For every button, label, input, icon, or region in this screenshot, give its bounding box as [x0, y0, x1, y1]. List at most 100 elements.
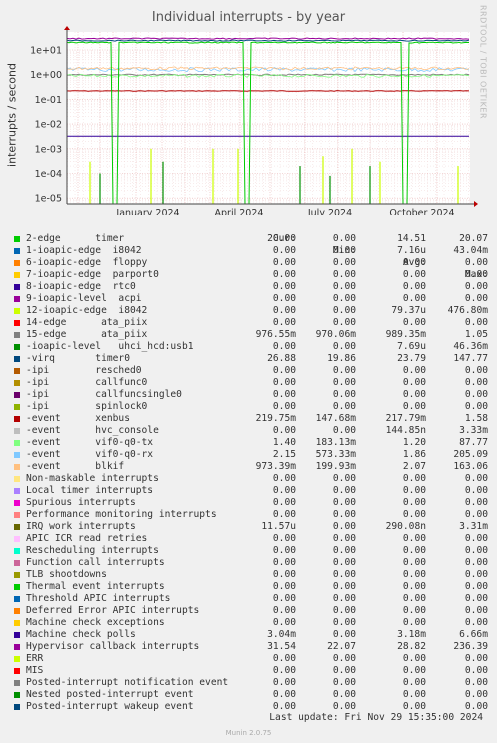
legend-swatch	[14, 344, 20, 350]
y-tick-labels: 1e+01 1e+00 1e-01 1e-02 1e-03 1e-04 1e-05	[30, 46, 62, 205]
legend-label: -ipi callfuncsingle0	[26, 389, 182, 400]
legend-label: Deferred Error APIC interrupts	[26, 605, 200, 616]
legend-row: APIC ICR read retries 0.00 0.00 0.00 0.00	[14, 533, 494, 545]
legend-row: Posted-interrupt notification event 0.00 0…	[14, 677, 494, 689]
legend-label: 12-ioapic-edge i8042	[26, 305, 148, 316]
legend-label: Rescheduling interrupts	[26, 545, 159, 556]
legend-label: TLB shootdowns	[26, 569, 107, 580]
x-tick-label: April 2024	[215, 208, 264, 215]
y-tick-label: 1e-01	[35, 95, 62, 106]
legend-swatch	[14, 512, 20, 518]
legend-max-value: 1.05	[464, 329, 488, 340]
legend-row: Function call interrupts 0.00 0.00 0.00 0.00	[14, 557, 494, 569]
legend-swatch	[14, 416, 20, 422]
y-axis-arrow	[64, 26, 70, 30]
legend-max-value: 0.00	[464, 281, 488, 292]
legend-label: -event xenbus	[26, 413, 130, 424]
legend-label: Threshold APIC interrupts	[26, 593, 171, 604]
legend-row: Rescheduling interrupts 0.00 0.00 0.00 0.00	[14, 545, 494, 557]
legend-swatch	[14, 332, 20, 338]
legend-max-value: 0.00	[464, 593, 488, 604]
legend-row: Machine check polls 3.04m 0.00 3.18m 6.66m	[14, 629, 494, 641]
legend-row: Nested posted-interrupt event 0.00 0.00 0.0…	[14, 689, 494, 701]
legend-label: -event hvc_console	[26, 425, 159, 436]
legend-swatch	[14, 320, 20, 326]
legend-max-value: 0.00	[464, 317, 488, 328]
legend-max-value: 46.36m	[453, 341, 488, 352]
legend-row: -ipi spinlock0 0.00 0.00 0.00 0.00	[14, 401, 494, 413]
legend-max-value: 3.31m	[459, 521, 488, 532]
legend-row: -event vif0-q0-rx 2.15 573.33m 1.86 205.09	[14, 449, 494, 461]
legend-swatch	[14, 536, 20, 542]
legend-swatch	[14, 260, 20, 266]
legend-label: Hypervisor callback interrupts	[26, 641, 200, 652]
y-tick-label: 1e-02	[35, 120, 62, 131]
legend-label: Function call interrupts	[26, 557, 165, 568]
legend-label: ERR	[26, 653, 44, 664]
legend-label: -event blkif	[26, 461, 125, 472]
legend-swatch	[14, 644, 20, 650]
legend-swatch	[14, 404, 20, 410]
legend-label: Nested posted-interrupt event	[26, 689, 194, 700]
legend-swatch	[14, 656, 20, 662]
legend-row: -event blkif 973.39m 199.93m 2.07 163.06	[14, 461, 494, 473]
legend-label: APIC ICR read retries	[26, 533, 148, 544]
legend-row: 9-ioapic-level acpi 0.00 0.00 0.00 0.00	[14, 293, 494, 305]
y-tick-label: 1e-04	[35, 169, 62, 180]
legend-max-value: 3.33m	[459, 425, 488, 436]
legend-max-value: 20.07	[459, 233, 488, 244]
legend-swatch	[14, 476, 20, 482]
legend-max-value: 43.04m	[453, 245, 488, 256]
legend-swatch	[14, 584, 20, 590]
legend-swatch	[14, 560, 20, 566]
legend-swatch	[14, 464, 20, 470]
legend-max-value: 0.00	[464, 269, 488, 280]
legend-row: -ipi resched0 0.00 0.00 0.00 0.00	[14, 365, 494, 377]
legend-label: -ioapic-level uhci_hcd:usb1	[26, 341, 194, 352]
legend-max-value: 0.00	[464, 377, 488, 388]
legend-swatch	[14, 452, 20, 458]
legend-max-value: 6.66m	[459, 629, 488, 640]
legend-label: 6-ioapic-edge floppy	[26, 257, 148, 268]
x-axis-arrow	[474, 201, 478, 207]
legend-row: Threshold APIC interrupts 0.00 0.00 0.00 0.0…	[14, 593, 494, 605]
legend-row: 6-ioapic-edge floppy 0.00 0.00 0.00 0.00	[14, 257, 494, 269]
y-tick-label: 1e-03	[35, 144, 62, 155]
y-tick-label: 1e+01	[30, 46, 62, 57]
legend-max-value: 205.09	[453, 449, 488, 460]
legend-max-value: 147.77	[453, 353, 488, 364]
legend-swatch	[14, 704, 20, 710]
x-tick-label: October 2024	[389, 208, 454, 215]
legend-label: 14-edge ata_piix	[26, 317, 148, 328]
legend-swatch	[14, 680, 20, 686]
legend-row: Deferred Error APIC interrupts 0.00 0.00 0.…	[14, 605, 494, 617]
legend-row: Machine check exceptions 0.00 0.00 0.00 0.00	[14, 617, 494, 629]
legend-row: 14-edge ata_piix 0.00 0.00 0.00 0.00	[14, 317, 494, 329]
legend-swatch	[14, 272, 20, 278]
legend-max-value: 0.00	[464, 605, 488, 616]
legend-label: -event vif0-q0-tx	[26, 437, 154, 448]
legend-label: 2-edge timer	[26, 233, 125, 244]
legend-max-value: 87.77	[459, 437, 488, 448]
y-tick-label: 1e+00	[30, 70, 62, 81]
legend-max-value: 0.00	[464, 485, 488, 496]
legend-row: 15-edge ata_piix 976.55m 970.06m 989.35m 1.0…	[14, 329, 494, 341]
legend-row: Local timer interrupts 0.00 0.00 0.00 0.00	[14, 485, 494, 497]
legend-swatch	[14, 548, 20, 554]
legend-max-value: 476.80m	[447, 305, 488, 316]
legend-row: Spurious interrupts 0.00 0.00 0.00 0.00	[14, 497, 494, 509]
y-tick-label: 1e-05	[35, 194, 62, 205]
legend-label: Posted-interrupt wakeup event	[26, 701, 194, 712]
legend-max-value: 0.00	[464, 533, 488, 544]
legend-row: Non-maskable interrupts 0.00 0.00 0.00 0.00	[14, 473, 494, 485]
legend-row: -ioapic-level uhci_hcd:usb1 0.00 0.00 7.69u…	[14, 341, 494, 353]
legend-max-value: 0.00	[464, 365, 488, 376]
legend-max-value: 0.00	[464, 389, 488, 400]
legend-row: 8-ioapic-edge rtc0 0.00 0.00 0.00 0.00	[14, 281, 494, 293]
legend-swatch	[14, 368, 20, 374]
legend-swatch	[14, 488, 20, 494]
legend-max-value: 0.00	[464, 293, 488, 304]
legend-row: Hypervisor callback interrupts 31.54 22.07…	[14, 641, 494, 653]
plot-area	[67, 32, 470, 204]
legend-label: Spurious interrupts	[26, 497, 136, 508]
